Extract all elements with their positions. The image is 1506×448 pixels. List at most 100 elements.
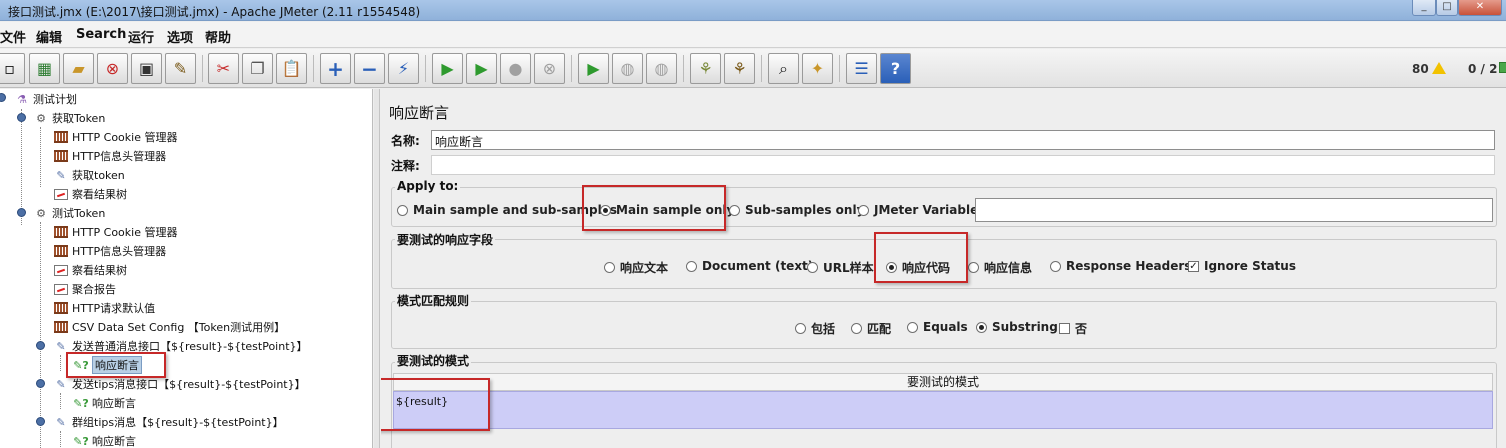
tree-node-results-tree[interactable]: 察看结果树 bbox=[53, 185, 127, 203]
checkbox-checked-icon: ✓ bbox=[1188, 260, 1199, 272]
rule-contains-radio[interactable]: 包括 bbox=[795, 320, 835, 337]
tree-toggle-icon bbox=[36, 417, 45, 426]
paste-icon[interactable]: 📋 bbox=[276, 53, 307, 84]
collapse-all-icon[interactable]: − bbox=[354, 53, 385, 84]
panel-title: 响应断言 bbox=[389, 104, 450, 122]
copy-icon[interactable]: ❐ bbox=[242, 53, 273, 84]
radio-button-icon bbox=[729, 204, 740, 216]
rule-not-checkbox[interactable]: 否 bbox=[1059, 320, 1087, 337]
tree-node-cookie-manager[interactable]: HTTP Cookie 管理器 bbox=[53, 128, 177, 146]
menu-file[interactable]: 文件 bbox=[0, 27, 26, 46]
sampler-icon: ✎ bbox=[56, 377, 66, 391]
field-response-message-radio[interactable]: 响应信息 bbox=[968, 259, 1032, 276]
config-element-icon bbox=[53, 300, 69, 316]
sampler-icon: ✎ bbox=[56, 415, 66, 429]
save-icon[interactable]: ▣ bbox=[131, 53, 162, 84]
maximize-button[interactable]: □ bbox=[1436, 0, 1458, 16]
menu-edit[interactable]: 编辑 bbox=[36, 27, 62, 46]
close-button[interactable]: ✕ bbox=[1458, 0, 1502, 16]
open-folder-icon[interactable]: ▰ bbox=[63, 53, 94, 84]
checkbox-icon bbox=[1059, 323, 1070, 334]
highlight-box bbox=[582, 185, 726, 231]
tree-node-assertion[interactable]: ✎? 响应断言 bbox=[73, 432, 136, 448]
apply-jmeter-variable-radio[interactable]: JMeter Variable bbox=[858, 203, 978, 217]
patterns-title: 要测试的模式 bbox=[395, 352, 472, 369]
expand-all-icon[interactable]: + bbox=[320, 53, 351, 84]
remote-stop-icon[interactable]: ◍ bbox=[612, 53, 643, 84]
help-icon[interactable]: ? bbox=[880, 53, 911, 84]
tree-node-assertion[interactable]: ✎? 响应断言 bbox=[73, 394, 136, 412]
remote-shutdown-icon[interactable]: ◍ bbox=[646, 53, 677, 84]
patterns-column-header[interactable]: 要测试的模式 bbox=[393, 373, 1493, 391]
menu-help[interactable]: 帮助 bbox=[205, 27, 231, 46]
toggle-icon[interactable]: ⚡ bbox=[388, 53, 419, 84]
listener-icon bbox=[53, 186, 69, 202]
test-plan-tree[interactable]: ⚗ 测试计划 ⚙ 获取Token HTTP Cookie 管理器 HTTP信息头管理… bbox=[0, 89, 373, 448]
tree-toggle-icon bbox=[17, 208, 26, 217]
templates-icon[interactable]: ▦ bbox=[29, 53, 60, 84]
tree-node-header-manager[interactable]: HTTP信息头管理器 bbox=[53, 242, 166, 260]
radio-button-icon bbox=[907, 321, 918, 333]
field-document-radio[interactable]: Document (text) bbox=[686, 259, 813, 273]
tree-node-thread-group[interactable]: ⚙ 获取Token bbox=[33, 109, 105, 127]
stop-icon[interactable]: ● bbox=[500, 53, 531, 84]
thread-group-icon: ⚙ bbox=[36, 206, 46, 220]
warning-count[interactable]: 80 bbox=[1412, 62, 1446, 76]
close-file-icon[interactable]: ⊗ bbox=[97, 53, 128, 84]
tree-node-sampler[interactable]: ✎ 获取token bbox=[53, 166, 124, 184]
start-icon[interactable]: ▶ bbox=[432, 53, 463, 84]
radio-button-selected-icon bbox=[976, 321, 987, 333]
tree-toggle-icon bbox=[36, 379, 45, 388]
search-icon[interactable]: ⌕ bbox=[768, 53, 799, 84]
menu-search[interactable]: Search bbox=[76, 27, 126, 42]
tree-node-csv-config[interactable]: CSV Data Set Config 【Token测试用例】 bbox=[53, 318, 285, 336]
radio-button-icon bbox=[604, 262, 615, 273]
window-title: 接口测试.jmx (E:\2017\接口测试.jmx) - Apache JMe… bbox=[8, 5, 421, 19]
clear-icon[interactable]: ⚘ bbox=[690, 53, 721, 84]
pattern-rule-title: 模式匹配规则 bbox=[395, 292, 472, 309]
pattern-row[interactable]: ${result} bbox=[393, 391, 1493, 429]
tree-node-aggregate-report[interactable]: 聚合报告 bbox=[53, 280, 116, 298]
tree-node-test-plan[interactable]: ⚗ 测试计划 bbox=[14, 90, 77, 108]
field-url-radio[interactable]: URL样本 bbox=[807, 259, 874, 276]
function-helper-icon[interactable]: ☰ bbox=[846, 53, 877, 84]
tree-node-cookie-manager[interactable]: HTTP Cookie 管理器 bbox=[53, 223, 177, 241]
minimize-button[interactable]: _ bbox=[1412, 0, 1436, 16]
tree-node-results-tree[interactable]: 察看结果树 bbox=[53, 261, 127, 279]
remote-start-icon[interactable]: ▶ bbox=[578, 53, 609, 84]
config-element-icon bbox=[53, 148, 69, 164]
tree-toggle-icon bbox=[0, 93, 6, 102]
menu-options[interactable]: 选项 bbox=[167, 27, 193, 46]
apply-sub-only-radio[interactable]: Sub-samples only bbox=[729, 203, 864, 217]
field-response-text-radio[interactable]: 响应文本 bbox=[604, 259, 668, 276]
field-response-headers-radio[interactable]: Response Headers bbox=[1050, 259, 1191, 273]
assertion-icon: ✎? bbox=[73, 434, 89, 448]
new-icon[interactable]: ▫ bbox=[0, 53, 25, 84]
clear-all-icon[interactable]: ⚘ bbox=[724, 53, 755, 84]
tree-node-thread-group[interactable]: ⚙ 测试Token bbox=[33, 204, 105, 222]
sampler-icon: ✎ bbox=[56, 168, 66, 182]
menu-run[interactable]: 运行 bbox=[128, 27, 154, 46]
ignore-status-checkbox[interactable]: ✓ Ignore Status bbox=[1188, 259, 1296, 273]
jmeter-window: 接口测试.jmx (E:\2017\接口测试.jmx) - Apache JMe… bbox=[0, 0, 1506, 448]
tree-node-http-defaults[interactable]: HTTP请求默认值 bbox=[53, 299, 155, 317]
save-as-icon[interactable]: ✎ bbox=[165, 53, 196, 84]
rule-substring-radio[interactable]: Substring bbox=[976, 320, 1058, 334]
tree-node-sampler[interactable]: ✎ 群组tips消息【${result}-${testPoint}】 bbox=[53, 413, 283, 431]
config-element-icon bbox=[53, 224, 69, 240]
apply-to-title: Apply to: bbox=[395, 179, 461, 193]
cut-icon[interactable]: ✂ bbox=[208, 53, 239, 84]
split-pane-divider[interactable] bbox=[374, 89, 380, 448]
rule-equals-radio[interactable]: Equals bbox=[907, 320, 968, 334]
flask-icon: ⚗ bbox=[17, 92, 27, 106]
jmeter-variable-field[interactable] bbox=[975, 198, 1493, 222]
radio-button-icon bbox=[968, 262, 979, 273]
reset-search-icon[interactable]: ✦ bbox=[802, 53, 833, 84]
name-field[interactable]: 响应断言 bbox=[431, 130, 1495, 150]
comment-field[interactable] bbox=[431, 155, 1495, 175]
shutdown-icon[interactable]: ⊗ bbox=[534, 53, 565, 84]
radio-button-icon bbox=[807, 262, 818, 273]
rule-matches-radio[interactable]: 匹配 bbox=[851, 320, 891, 337]
tree-node-header-manager[interactable]: HTTP信息头管理器 bbox=[53, 147, 166, 165]
start-no-pause-icon[interactable]: ▶ bbox=[466, 53, 497, 84]
